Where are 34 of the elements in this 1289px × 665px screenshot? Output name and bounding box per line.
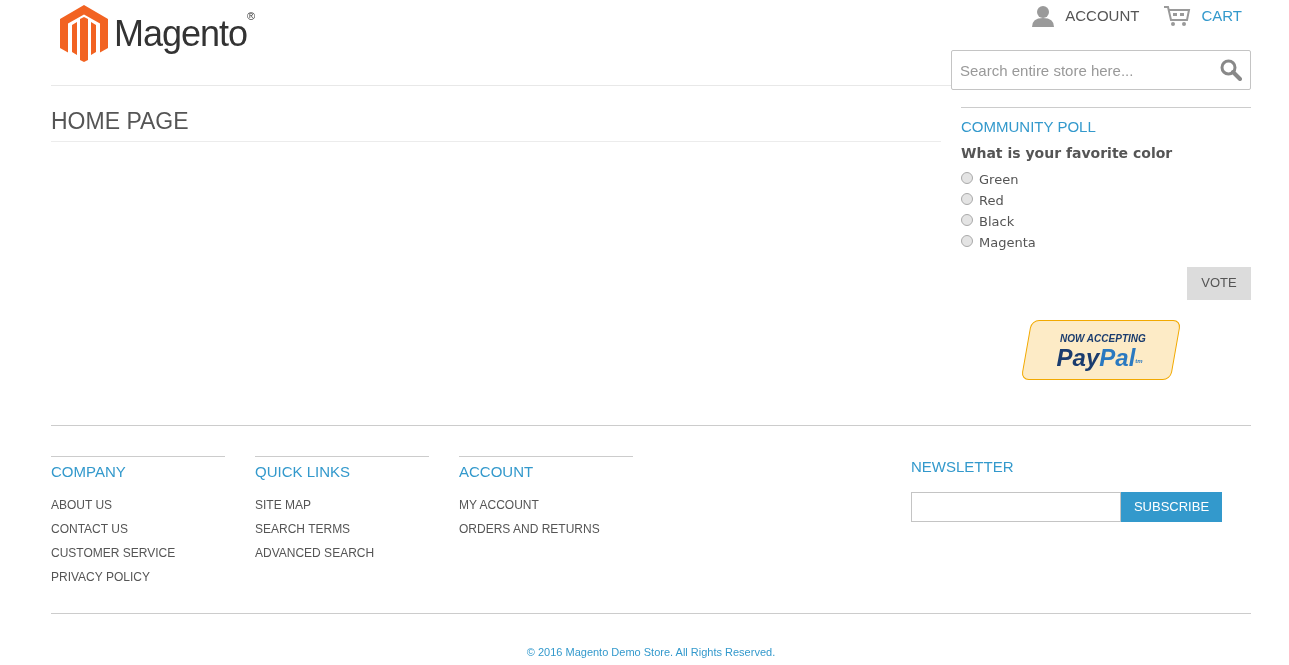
footer-link[interactable]: MY ACCOUNT [459, 493, 539, 517]
radio-button[interactable] [961, 235, 973, 247]
search-icon[interactable] [1220, 59, 1242, 81]
page-title: HOME PAGE [51, 104, 941, 142]
poll-title: COMMUNITY POLL [961, 117, 1097, 137]
radio-button[interactable] [961, 172, 973, 184]
magento-logo[interactable]: Magento$^{®}$ [60, 5, 255, 62]
poll-question: What is your favorite color [961, 143, 1174, 163]
footer-link[interactable]: CONTACT US [51, 517, 128, 541]
search-field[interactable]: Search entire store here... [951, 50, 1251, 90]
footer-link[interactable]: PRIVACY POLICY [51, 565, 150, 589]
radio-button[interactable] [961, 193, 973, 205]
option-label: Black [979, 213, 1015, 232]
account-link[interactable]: ACCOUNT [1031, 5, 1140, 28]
user-icon [1031, 5, 1056, 28]
option-label: Magenta [979, 234, 1036, 253]
vote-button[interactable]: VOTE [1187, 266, 1251, 300]
cart-icon [1163, 5, 1192, 28]
footer-link[interactable]: ORDERS AND RETURNS [459, 517, 600, 541]
copyright-text: © 2016 Magento Demo Store. All Rights Reserved. [526, 644, 776, 660]
radio-button[interactable] [961, 214, 973, 226]
footer-heading: ACCOUNT [459, 461, 535, 482]
option-label: Red [979, 192, 1004, 211]
footer-link[interactable]: SEARCH TERMS [255, 517, 351, 541]
footer-link[interactable]: CUSTOMER SERVICE [51, 541, 176, 565]
footer-heading: COMPANY [51, 461, 127, 482]
option-label: Green [979, 171, 1019, 190]
footer-link[interactable]: SITE MAP [255, 493, 311, 517]
footer-link[interactable]: ABOUT US [51, 493, 113, 517]
footer-link[interactable]: ADVANCED SEARCH [255, 541, 375, 565]
email-field[interactable] [911, 492, 1121, 522]
newsletter-heading: NEWSLETTER [911, 456, 1015, 477]
logo-icon [60, 5, 108, 62]
footer-heading: QUICK LINKS [255, 461, 352, 482]
